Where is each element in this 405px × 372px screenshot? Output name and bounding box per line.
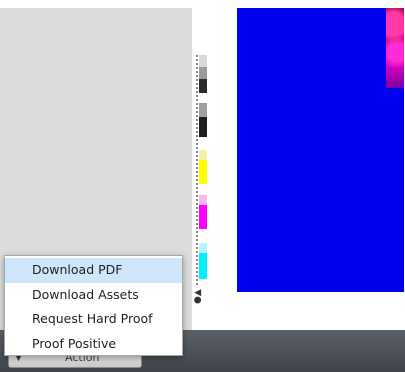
registration-logo-icon: ●▲ <box>193 289 203 304</box>
artwork-thumbnail <box>386 8 404 88</box>
patch-yellow-light <box>199 150 207 160</box>
patch-magenta-light <box>199 195 207 205</box>
color-control-bar <box>196 55 208 305</box>
patch-black <box>199 79 207 93</box>
action-dropdown-menu: Download PDF Download Assets Request Har… <box>4 255 183 356</box>
menu-item-proof-positive[interactable]: Proof Positive <box>5 332 182 357</box>
menu-item-download-pdf[interactable]: Download PDF <box>5 258 182 283</box>
patch-black-2 <box>199 117 207 137</box>
patch-gray-2 <box>199 103 207 117</box>
color-bar-ticks <box>196 55 198 285</box>
proof-page-blue <box>237 8 404 292</box>
patch-gray-light <box>199 55 207 67</box>
menu-item-request-hard-proof[interactable]: Request Hard Proof <box>5 307 182 332</box>
patch-yellow <box>199 160 207 184</box>
patch-magenta <box>199 205 207 229</box>
patch-cyan-light <box>199 243 207 253</box>
patch-gray-mid <box>199 67 207 79</box>
menu-item-download-assets[interactable]: Download Assets <box>5 283 182 308</box>
patch-cyan <box>199 253 207 279</box>
